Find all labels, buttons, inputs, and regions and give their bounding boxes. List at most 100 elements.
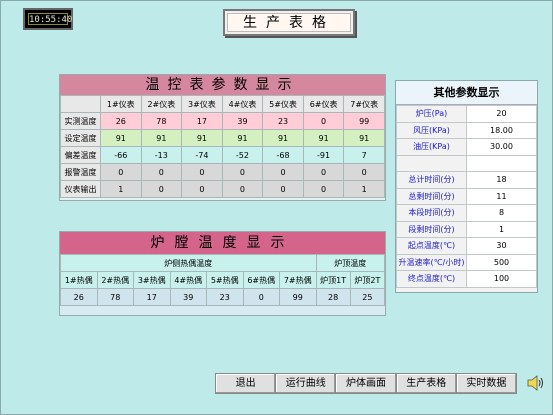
furnace-col-header: 炉顶2T: [349, 271, 386, 289]
furnace-col-header: 5#热偶: [206, 271, 244, 289]
param-value: 100: [466, 270, 537, 288]
furnace-group-row: 炉侧热偶温度 炉顶温度: [60, 254, 385, 272]
param-row: 本段时间(分) 8: [396, 204, 537, 222]
other-params-panel: 其他参数显示 炉压(Pa) 20 风压(KPa) 18.00 油压(KPa) 30.0…: [395, 80, 538, 293]
furnace-col-header: 3#热偶: [133, 271, 171, 289]
table-cell: 99: [343, 112, 385, 130]
table-cell: 0: [181, 180, 223, 198]
table-cell: 91: [221, 129, 264, 147]
production-table-button[interactable]: 生产表格: [397, 374, 457, 393]
table-cell: 0: [262, 163, 304, 181]
table-cell: 17: [181, 112, 223, 130]
realtime-data-button[interactable]: 实时数据: [457, 374, 516, 393]
meter-col-header: 7#仪表: [343, 95, 385, 113]
table-cell: 0: [343, 163, 385, 181]
table-cell: 0: [302, 180, 345, 198]
meter-parameter-panel: 温控表参数显示 1#仪表 2#仪表 3#仪表 4#仪表 5#仪表 6#仪表 7#…: [59, 74, 386, 201]
meter-header-row: 1#仪表 2#仪表 3#仪表 4#仪表 5#仪表 6#仪表 7#仪表: [60, 95, 385, 113]
meter-output-row: 仪表输出 1 0 0 0 0 0 1: [60, 180, 385, 198]
furnace-col-header: 4#热偶: [169, 271, 207, 289]
param-row: [396, 154, 537, 172]
furnace-header-row: 1#热偶 2#热偶 3#热偶 4#热偶 5#热偶 6#热偶 7#热偶 炉顶1T …: [60, 271, 386, 289]
table-cell: 39: [169, 288, 207, 306]
param-value: 500: [466, 253, 537, 271]
furnace-col-header: 6#热偶: [242, 271, 280, 289]
table-cell: 23: [262, 112, 304, 130]
other-params-table: 炉压(Pa) 20 风压(KPa) 18.00 油压(KPa) 30.00 总计时间(…: [396, 105, 537, 288]
table-cell: 0: [140, 163, 183, 181]
table-cell: 0: [242, 288, 280, 306]
table-cell: 78: [140, 112, 183, 130]
furnace-panel-banner: 炉膛温度显示: [60, 232, 385, 255]
table-cell: 0: [100, 163, 142, 181]
table-cell: 0: [221, 163, 264, 181]
param-value: 1: [466, 220, 537, 238]
table-cell: 91: [262, 129, 304, 147]
furnace-value-row: 26 78 17 39 23 0 99 28 25: [60, 288, 386, 306]
table-cell: 91: [181, 129, 223, 147]
param-value: 18.00: [466, 121, 537, 139]
param-row: 总计时间(分) 18: [396, 171, 537, 189]
table-cell: 78: [96, 288, 134, 306]
meter-col-header: 3#仪表: [181, 95, 223, 113]
table-cell: 1: [100, 180, 142, 198]
table-cell: 0: [262, 180, 304, 198]
table-cell: 1: [343, 180, 385, 198]
meter-table: 1#仪表 2#仪表 3#仪表 4#仪表 5#仪表 6#仪表 7#仪表 实测温度 …: [60, 95, 385, 198]
table-cell: 0: [140, 180, 183, 198]
meter-col-header: 6#仪表: [302, 95, 345, 113]
table-cell: -13: [140, 146, 183, 164]
furnace-view-button[interactable]: 炉体画面: [336, 374, 397, 393]
meter-col-header: 5#仪表: [262, 95, 304, 113]
furnace-table: 炉侧热偶温度 炉顶温度 1#热偶 2#热偶 3#热偶 4#热偶 5#热偶 6#热…: [60, 254, 386, 306]
table-cell: 0: [302, 163, 345, 181]
table-cell: -74: [181, 146, 223, 164]
table-cell: 0: [302, 112, 345, 130]
table-cell: 26: [60, 288, 98, 306]
bottom-toolbar: 退出 运行曲线 炉体画面 生产表格 实时数据: [215, 373, 517, 394]
row-label: 实测温度: [60, 112, 101, 130]
param-value: 18: [466, 171, 537, 189]
param-row: 段剩时间(分) 1: [396, 220, 537, 238]
row-label: 设定温度: [60, 129, 101, 147]
table-cell: 26: [100, 112, 142, 130]
table-cell: 0: [181, 163, 223, 181]
param-label: 油压(KPa): [396, 138, 467, 156]
row-label: 偏差温度: [60, 146, 101, 164]
furnace-col-header: 2#热偶: [96, 271, 134, 289]
row-label: 报警温度: [60, 163, 101, 181]
table-cell: 17: [133, 288, 171, 306]
measured-temp-row: 实测温度 26 78 17 39 23 0 99: [60, 112, 385, 130]
param-label: 炉压(Pa): [396, 105, 467, 123]
table-cell: -68: [262, 146, 304, 164]
clock-display: 10:55:40: [23, 8, 73, 30]
furnace-col-header: 7#热偶: [279, 271, 317, 289]
exit-button[interactable]: 退出: [216, 374, 277, 393]
furnace-col-header: 炉顶1T: [315, 271, 351, 289]
clock-text: 10:55:40: [28, 13, 73, 25]
speaker-icon[interactable]: [525, 373, 545, 393]
param-value: 20: [466, 105, 537, 123]
furnace-col-header: 1#热偶: [60, 271, 98, 289]
run-curve-button[interactable]: 运行曲线: [276, 374, 337, 393]
table-cell: 23: [206, 288, 244, 306]
table-cell: 28: [315, 288, 351, 306]
param-label: 总剩时间(分): [396, 187, 467, 205]
table-cell: 91: [100, 129, 142, 147]
param-label: 终点温度(℃): [396, 270, 467, 288]
meter-col-header: 4#仪表: [221, 95, 264, 113]
table-cell: 91: [302, 129, 345, 147]
main-window: 10:55:40 生产表格 温控表参数显示 1#仪表 2#仪表 3#仪表 4#仪…: [0, 0, 553, 415]
param-row: 炉压(Pa) 20: [396, 105, 537, 123]
param-label: 段剩时间(分): [396, 220, 467, 238]
furnace-temp-panel: 炉膛温度显示 炉侧热偶温度 炉顶温度 1#热偶 2#热偶 3#热偶 4#热偶 5…: [59, 231, 386, 316]
table-cell: 0: [221, 180, 264, 198]
table-cell: 91: [343, 129, 385, 147]
param-row: 升温速率(℃/小时) 500: [396, 253, 537, 271]
table-cell: 99: [279, 288, 317, 306]
param-row: 油压(KPa) 30.00: [396, 138, 537, 156]
table-cell: 91: [140, 129, 183, 147]
page-title-box: 生产表格: [223, 9, 355, 36]
table-cell: 39: [221, 112, 264, 130]
corner-cell: [60, 95, 101, 113]
